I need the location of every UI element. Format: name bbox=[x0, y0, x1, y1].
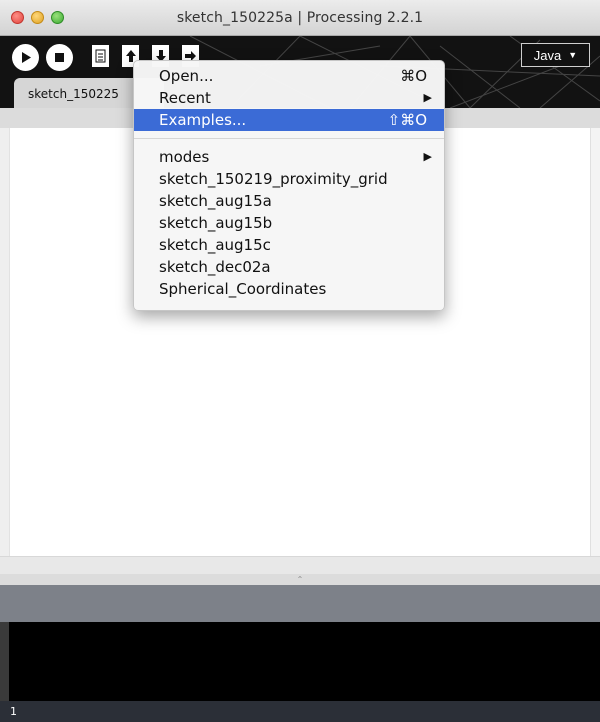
editor-footer bbox=[0, 556, 600, 574]
menu-item-label: sketch_aug15a bbox=[159, 192, 272, 210]
editor-scrollbar[interactable] bbox=[590, 128, 600, 556]
submenu-arrow-icon: ▶ bbox=[423, 91, 432, 104]
line-number: 1 bbox=[10, 705, 17, 718]
menu-item-label: Spherical_Coordinates bbox=[159, 280, 327, 298]
mode-selector[interactable]: Java ▼ bbox=[521, 43, 590, 67]
stop-icon bbox=[55, 53, 64, 62]
menu-item-recent-sketch[interactable]: sketch_dec02a bbox=[134, 256, 444, 278]
new-icon bbox=[95, 49, 106, 63]
chevron-down-icon: ▼ bbox=[568, 50, 578, 60]
menu-item-label: sketch_dec02a bbox=[159, 258, 271, 276]
menu-shortcut: ⌘O bbox=[400, 67, 427, 85]
new-button[interactable] bbox=[92, 45, 109, 67]
mode-label: Java bbox=[533, 47, 562, 63]
menu-item-label: sketch_150219_proximity_grid bbox=[159, 170, 388, 188]
divider-grip-icon: ⌃ bbox=[296, 574, 304, 584]
menu-item-label: modes bbox=[159, 148, 210, 166]
menu-item-recent-sketch[interactable]: sketch_aug15a bbox=[134, 190, 444, 212]
menu-item-examples[interactable]: Examples... ⇧⌘O bbox=[134, 109, 444, 131]
menu-item-open[interactable]: Open... ⌘O bbox=[134, 65, 444, 87]
menu-item-label: Open... bbox=[159, 67, 214, 85]
menu-item-modes[interactable]: modes ▶ bbox=[134, 146, 444, 168]
menu-item-label: sketch_aug15c bbox=[159, 236, 271, 254]
console-area[interactable] bbox=[9, 622, 600, 701]
run-button[interactable] bbox=[12, 44, 39, 71]
menu-item-recent[interactable]: Recent ▶ bbox=[134, 87, 444, 109]
footer-bar: 1 bbox=[0, 701, 600, 722]
menu-item-recent-sketch[interactable]: sketch_aug15b bbox=[134, 212, 444, 234]
menu-item-label: sketch_aug15b bbox=[159, 214, 273, 232]
open-menu: Open... ⌘O Recent ▶ Examples... ⇧⌘O mode… bbox=[133, 60, 445, 311]
pane-divider[interactable]: ⌃ bbox=[0, 574, 600, 585]
stop-button[interactable] bbox=[46, 44, 73, 71]
window-title: sketch_150225a | Processing 2.2.1 bbox=[176, 10, 424, 26]
title-bar: sketch_150225a | Processing 2.2.1 bbox=[0, 0, 600, 36]
menu-shortcut: ⇧⌘O bbox=[387, 111, 427, 129]
console-gutter bbox=[0, 622, 9, 701]
submenu-arrow-icon: ▶ bbox=[423, 150, 432, 163]
editor-gutter bbox=[0, 128, 9, 556]
menu-item-label: Recent bbox=[159, 89, 211, 107]
menu-item-recent-sketch[interactable]: sketch_150219_proximity_grid bbox=[134, 168, 444, 190]
menu-item-recent-sketch[interactable]: Spherical_Coordinates bbox=[134, 278, 444, 300]
tab-label: sketch_150225 bbox=[28, 87, 119, 101]
menu-item-label: Examples... bbox=[159, 111, 247, 129]
menu-item-recent-sketch[interactable]: sketch_aug15c bbox=[134, 234, 444, 256]
run-icon bbox=[22, 52, 31, 63]
status-bar bbox=[0, 585, 600, 622]
menu-separator bbox=[134, 138, 444, 139]
